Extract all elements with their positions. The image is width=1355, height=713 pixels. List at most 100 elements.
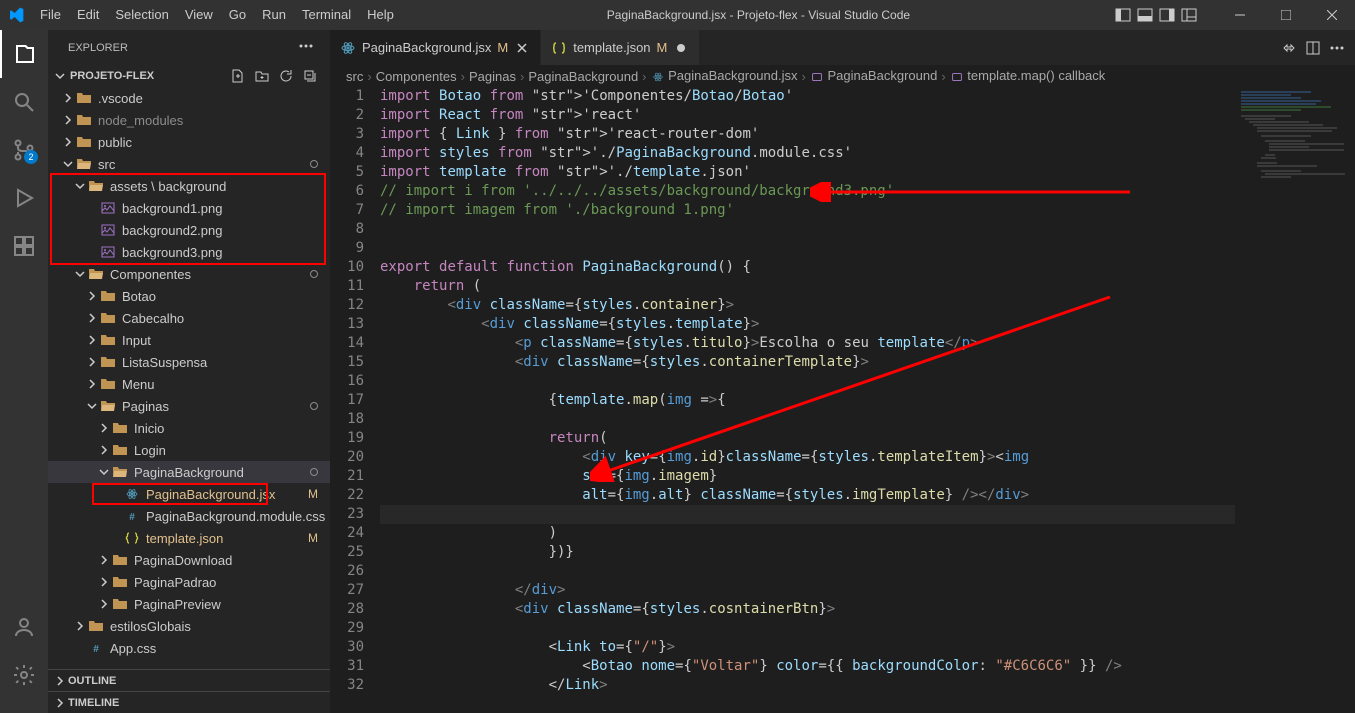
timeline-section[interactable]: TIMELINE — [48, 691, 330, 713]
tab-template-json[interactable]: template.json M — [541, 30, 700, 65]
react-file-icon — [340, 40, 356, 56]
tab-modified-indicator: M — [497, 40, 508, 55]
menu-file[interactable]: File — [32, 0, 69, 30]
tree-item-label: public — [98, 135, 132, 150]
tree-item-inicio[interactable]: Inicio — [48, 417, 330, 439]
tree-item-label: Inicio — [134, 421, 164, 436]
menu-terminal[interactable]: Terminal — [294, 0, 359, 30]
tab-modified-indicator: M — [657, 40, 668, 55]
breadcrumb-item[interactable]: PaginaBackground — [528, 69, 638, 84]
tree-item-label: .vscode — [98, 91, 143, 106]
more-actions-icon[interactable] — [1329, 40, 1345, 56]
tab-label: template.json — [573, 40, 650, 55]
tree-item-menu[interactable]: Menu — [48, 373, 330, 395]
explorer-sidebar: EXPLORER PROJETO-FLEX .vscodenode_module… — [48, 30, 330, 713]
menu-view[interactable]: View — [177, 0, 221, 30]
tree-item-label: PaginaPadrao — [134, 575, 216, 590]
new-file-icon[interactable] — [230, 68, 246, 84]
tree-item-background1-png[interactable]: background1.png — [48, 197, 330, 219]
modified-dot — [310, 270, 318, 278]
tree-item-src[interactable]: src — [48, 153, 330, 175]
tree-item-listasuspensa[interactable]: ListaSuspensa — [48, 351, 330, 373]
svg-text:#: # — [129, 512, 135, 523]
activity-extensions[interactable] — [0, 222, 48, 270]
editor-area: PaginaBackground.jsx M template.json M s… — [330, 30, 1355, 713]
tree-item-paginabackground-module-css[interactable]: # PaginaBackground.module.css — [48, 505, 330, 527]
tree-item-paginadownload[interactable]: PaginaDownload — [48, 549, 330, 571]
refresh-icon[interactable] — [278, 68, 294, 84]
modified-dot — [310, 160, 318, 168]
tree-item-botao[interactable]: Botao — [48, 285, 330, 307]
tree-item-paginapreview[interactable]: PaginaPreview — [48, 593, 330, 615]
tree-item--vscode[interactable]: .vscode — [48, 87, 330, 109]
activity-run-debug[interactable] — [0, 174, 48, 222]
tree-item-label: template.json — [146, 531, 223, 546]
maximize-button[interactable] — [1263, 0, 1309, 30]
tree-item-label: estilosGlobais — [110, 619, 191, 634]
tree-item-paginapadrao[interactable]: PaginaPadrao — [48, 571, 330, 593]
tree-item-paginabackground[interactable]: PaginaBackground — [48, 461, 330, 483]
menu-selection[interactable]: Selection — [107, 0, 176, 30]
breadcrumb-item[interactable]: PaginaBackground.jsx — [651, 68, 798, 84]
tree-item-estilosglobais[interactable]: estilosGlobais — [48, 615, 330, 637]
menu-help[interactable]: Help — [359, 0, 402, 30]
modified-dot — [310, 468, 318, 476]
tab-pagina-background[interactable]: PaginaBackground.jsx M — [330, 30, 541, 65]
minimap[interactable] — [1235, 87, 1355, 713]
tab-close-icon[interactable] — [514, 40, 530, 56]
tree-item-label: PaginaDownload — [134, 553, 232, 568]
breadcrumbs[interactable]: src›Componentes›Paginas›PaginaBackground… — [330, 65, 1355, 87]
editor-tabs: PaginaBackground.jsx M template.json M — [330, 30, 1355, 65]
tree-item-label: App.css — [110, 641, 156, 656]
breadcrumb-item[interactable]: src — [346, 69, 363, 84]
activity-search[interactable] — [0, 78, 48, 126]
tree-item-input[interactable]: Input — [48, 329, 330, 351]
menu-edit[interactable]: Edit — [69, 0, 107, 30]
activity-explorer[interactable] — [0, 30, 48, 78]
new-folder-icon[interactable] — [254, 68, 270, 84]
tree-item-label: Botao — [122, 289, 156, 304]
tree-item-template-json[interactable]: template.jsonM — [48, 527, 330, 549]
tree-item-login[interactable]: Login — [48, 439, 330, 461]
collapse-all-icon[interactable] — [302, 68, 318, 84]
minimize-button[interactable] — [1217, 0, 1263, 30]
compare-changes-icon[interactable] — [1281, 40, 1297, 56]
tree-item-background3-png[interactable]: background3.png — [48, 241, 330, 263]
line-numbers-gutter: 1234567891011121314151617181920212223242… — [330, 87, 380, 713]
split-editor-icon[interactable] — [1305, 40, 1321, 56]
project-name: PROJETO-FLEX — [70, 70, 154, 82]
tree-item-label: src — [98, 157, 115, 172]
file-tree[interactable]: .vscode node_modulespublic src assets \ bac… — [48, 87, 330, 669]
customize-layout-icon[interactable] — [1181, 7, 1197, 23]
activity-accounts[interactable] — [0, 603, 48, 651]
tree-item-paginas[interactable]: Paginas — [48, 395, 330, 417]
outline-section[interactable]: OUTLINE — [48, 669, 330, 691]
breadcrumb-item[interactable]: Paginas — [469, 69, 516, 84]
activity-settings[interactable] — [0, 651, 48, 699]
tree-item-componentes[interactable]: Componentes — [48, 263, 330, 285]
activity-source-control[interactable]: 2 — [0, 126, 48, 174]
menu-run[interactable]: Run — [254, 0, 294, 30]
tree-item-label: PaginaBackground.module.css — [146, 509, 325, 524]
explorer-more-icon[interactable] — [298, 38, 314, 54]
tree-item-background2-png[interactable]: background2.png — [48, 219, 330, 241]
toggle-secondary-sidebar-icon[interactable] — [1159, 7, 1175, 23]
close-button[interactable] — [1309, 0, 1355, 30]
tree-item-assets---background[interactable]: assets \ background — [48, 175, 330, 197]
tree-item-label: node_modules — [98, 113, 183, 128]
tree-item-node-modules[interactable]: node_modules — [48, 109, 330, 131]
menu-go[interactable]: Go — [221, 0, 254, 30]
code-content[interactable]: import Botao from "str">'Componentes/Bot… — [380, 87, 1355, 713]
breadcrumb-item[interactable]: template.map() callback — [950, 68, 1106, 84]
code-editor[interactable]: 1234567891011121314151617181920212223242… — [330, 87, 1355, 713]
breadcrumb-item[interactable]: PaginaBackground — [810, 68, 937, 84]
toggle-panel-icon[interactable] — [1137, 7, 1153, 23]
toggle-primary-sidebar-icon[interactable] — [1115, 7, 1131, 23]
project-header[interactable]: PROJETO-FLEX — [48, 65, 330, 87]
tree-item-cabecalho[interactable]: Cabecalho — [48, 307, 330, 329]
tree-item-paginabackground-jsx[interactable]: PaginaBackground.jsxM — [48, 483, 330, 505]
tree-item-public[interactable]: public — [48, 131, 330, 153]
breadcrumb-item[interactable]: Componentes — [376, 69, 457, 84]
tree-item-app-css[interactable]: #App.css — [48, 637, 330, 659]
menu-bar: File Edit Selection View Go Run Terminal… — [32, 0, 402, 30]
